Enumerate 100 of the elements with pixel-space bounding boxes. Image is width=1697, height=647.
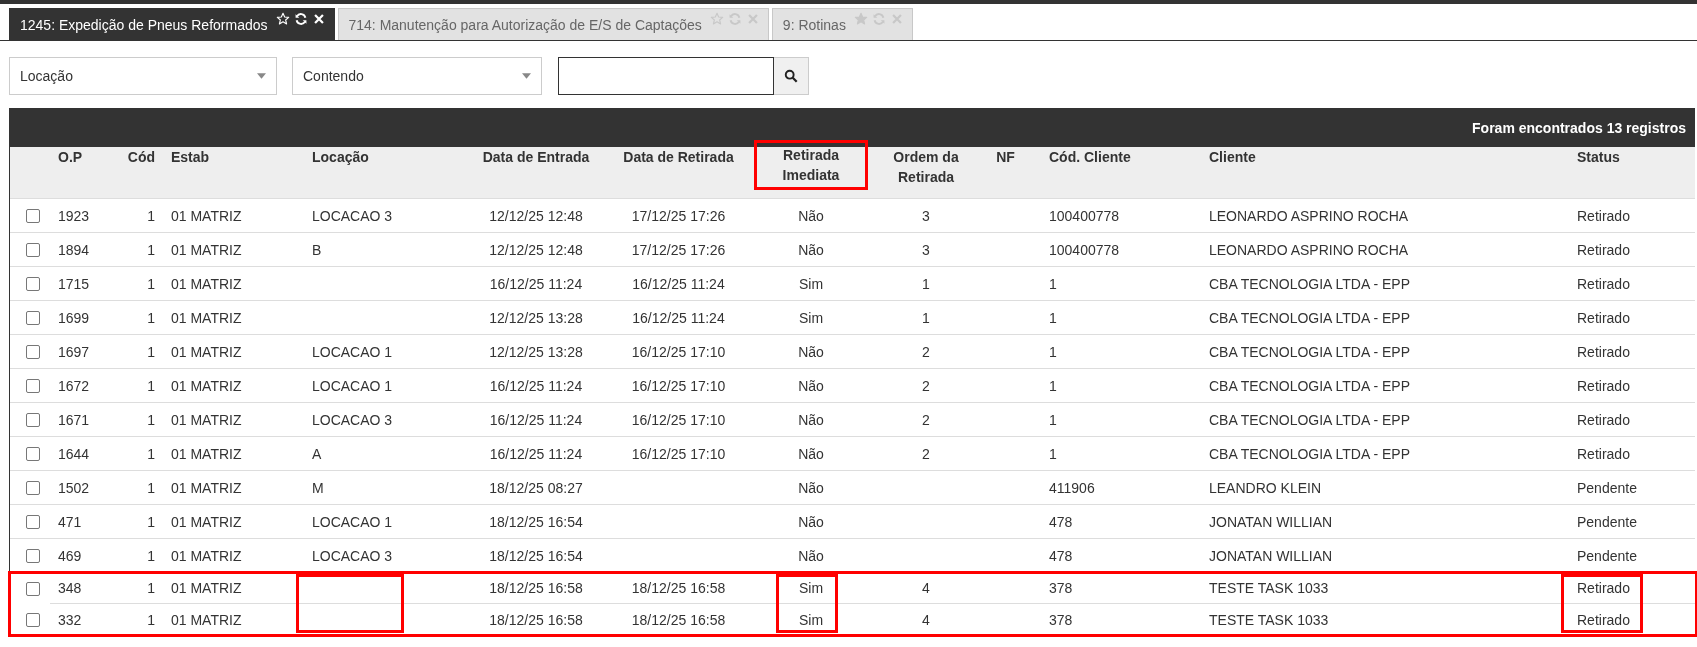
table-cell: Retirado [1577, 241, 1630, 258]
row-checkbox[interactable] [26, 276, 40, 291]
table-cell: CBA TECNOLOGIA LTDA - EPP [1209, 411, 1410, 428]
column-header[interactable]: Cliente [1209, 147, 1256, 167]
table-cell: 1502 [58, 479, 90, 496]
table-row[interactable]: 1672 1 01 MATRIZ LOCACAO 1 16/12/25 11:24 16/12/25 17:10 Não 2 1 CBA TECNOLOGIA LTDA - EPP Retirado [10, 369, 1695, 403]
table-cell: 18/12/25 16:54 [489, 547, 583, 564]
table-cell: 16/12/25 11:24 [489, 275, 583, 292]
column-header[interactable]: Cód [127, 147, 155, 167]
search-field[interactable] [558, 57, 774, 95]
table-cell: 1 [1049, 411, 1057, 428]
table-cell: Não [798, 241, 824, 258]
table-cell: 16/12/25 17:10 [631, 343, 726, 360]
table-cell: 17/12/25 17:26 [631, 241, 726, 258]
table-cell: 1 [147, 377, 155, 394]
table-cell: Não [798, 343, 824, 360]
table-cell: TESTE TASK 1033 [1209, 580, 1329, 596]
table-cell: 332 [58, 611, 82, 628]
table-cell: 1 [1049, 445, 1057, 462]
table-cell: 1 [147, 207, 155, 224]
table-cell: 1 [147, 275, 155, 292]
table-cell: Sim [798, 309, 824, 326]
column-header[interactable]: Data de Retirada [623, 147, 734, 167]
row-checkbox[interactable] [26, 514, 40, 529]
table-cell: JONATAN WILLIAN [1209, 513, 1333, 530]
table-cell: JONATAN WILLIAN [1209, 547, 1333, 564]
tab[interactable]: 714: Manutenção para Autorização de E/S de Captações [337, 8, 769, 40]
table-cell: B [312, 241, 322, 258]
refresh-icon[interactable] [293, 12, 308, 26]
table-cell: 16/12/25 11:24 [489, 411, 583, 428]
table-cell: 01 MATRIZ [171, 513, 242, 530]
table-cell: 1894 [58, 241, 90, 258]
column-header[interactable]: Data de Entrada [482, 147, 590, 167]
column-header[interactable]: O.P [58, 147, 83, 167]
table-cell: Pendente [1577, 479, 1637, 496]
table-row[interactable]: 1671 1 01 MATRIZ LOCACAO 3 16/12/25 11:24 16/12/25 17:10 Não 2 1 CBA TECNOLOGIA LTDA - EPP Retirado [10, 403, 1695, 437]
table-cell: 1 [147, 611, 155, 628]
row-checkbox[interactable] [26, 480, 40, 495]
table-cell: 2 [922, 411, 930, 428]
table-cell: 1 [147, 580, 155, 596]
table-cell: 01 MATRIZ [171, 275, 242, 292]
table-cell: LEONARDO ASPRINO ROCHA [1209, 207, 1409, 224]
column-header[interactable]: Estab [171, 147, 210, 167]
column-header[interactable]: Retirada Imediata [757, 143, 865, 187]
table-cell: Retirado [1577, 580, 1630, 596]
table-cell: 1 [147, 241, 155, 258]
table-cell: LOCACAO 3 [312, 547, 393, 564]
table-row[interactable]: 1699 1 01 MATRIZ 12/12/25 13:28 16/12/25 11:24 Sim 1 1 CBA TECNOLOGIA LTDA - EPP Retirado [10, 301, 1695, 335]
table-cell: 411906 [1049, 479, 1095, 496]
table-row[interactable]: 1715 1 01 MATRIZ 16/12/25 11:24 16/12/25 11:24 Sim 1 1 CBA TECNOLOGIA LTDA - EPP Retirado [10, 267, 1695, 301]
table-cell: 01 MATRIZ [171, 241, 242, 258]
table-cell: 01 MATRIZ [171, 580, 242, 596]
table-cell: Não [798, 513, 824, 530]
star-icon[interactable] [709, 12, 724, 26]
column-header[interactable]: NF [996, 147, 1015, 167]
table-cell: LOCACAO 1 [312, 513, 393, 530]
row-checkbox[interactable] [26, 412, 40, 427]
search-button[interactable] [774, 57, 809, 95]
row-checkbox[interactable] [26, 310, 40, 325]
tab[interactable]: 9: Rotinas [771, 8, 913, 40]
column-header[interactable]: Cód. Cliente [1049, 147, 1131, 167]
column-header[interactable]: Locação [312, 147, 369, 167]
table-cell: 16/12/25 17:10 [631, 377, 726, 394]
table-cell: 378 [1049, 611, 1073, 628]
row-checkbox[interactable] [26, 612, 40, 627]
row-checkbox[interactable] [26, 208, 40, 223]
row-checkbox[interactable] [26, 548, 40, 563]
row-checkbox[interactable] [26, 446, 40, 461]
operator-select[interactable]: Contendo [292, 57, 542, 95]
table-row[interactable]: 469 1 01 MATRIZ LOCACAO 3 18/12/25 16:54 Não 478 JONATAN WILLIAN Pendente [10, 539, 1695, 573]
table-row[interactable]: 1644 1 01 MATRIZ A 16/12/25 11:24 16/12/25 17:10 Não 2 1 CBA TECNOLOGIA LTDA - EPP Retirado [10, 437, 1695, 471]
star-icon[interactable] [853, 12, 868, 26]
row-checkbox[interactable] [26, 344, 40, 359]
table-cell: 478 [1049, 547, 1073, 564]
table-cell: 1 [147, 411, 155, 428]
table-cell: 1 [922, 309, 930, 326]
table-cell: 1644 [58, 445, 90, 462]
table-cell: 3 [922, 241, 930, 258]
table-cell: 469 [58, 547, 82, 564]
table-row[interactable]: 1502 1 01 MATRIZ M 18/12/25 08:27 Não 411906 LEANDRO KLEIN Pendente [10, 471, 1695, 505]
table-cell: 01 MATRIZ [171, 445, 242, 462]
table-row[interactable]: 471 1 01 MATRIZ LOCACAO 1 18/12/25 16:54 Não 478 JONATAN WILLIAN Pendente [10, 505, 1695, 539]
tab[interactable]: 1245: Expedição de Pneus Reformados [9, 8, 335, 40]
table-cell: 1 [147, 547, 155, 564]
table-cell: 01 MATRIZ [171, 343, 242, 360]
table-cell: 1699 [58, 309, 90, 326]
row-checkbox[interactable] [26, 581, 40, 596]
row-checkbox[interactable] [26, 242, 40, 257]
column-header[interactable]: Ordem da Retirada [890, 147, 962, 187]
table-row[interactable]: 1923 1 01 MATRIZ LOCACAO 3 12/12/25 12:48 17/12/25 17:26 Não 3 100400778 LEONARDO ASPRINO ROCHA Retirado [10, 199, 1695, 233]
row-checkbox[interactable] [26, 378, 40, 393]
table-cell: 18/12/25 16:58 [489, 580, 583, 596]
table-row[interactable]: 1697 1 01 MATRIZ LOCACAO 1 12/12/25 13:28 16/12/25 17:10 Não 2 1 CBA TECNOLOGIA LTDA - EPP Retirado [10, 335, 1695, 369]
table-row[interactable]: 1894 1 01 MATRIZ B 12/12/25 12:48 17/12/25 17:26 Não 3 100400778 LEONARDO ASPRINO ROCHA Retirado [10, 233, 1695, 267]
field-select[interactable]: Locação [9, 57, 277, 95]
caret-icon [522, 73, 531, 79]
table-cell: TESTE TASK 1033 [1209, 611, 1329, 628]
column-header[interactable]: Status [1577, 147, 1620, 167]
table-cell: Retirado [1577, 411, 1630, 428]
table-cell: 478 [1049, 513, 1073, 530]
